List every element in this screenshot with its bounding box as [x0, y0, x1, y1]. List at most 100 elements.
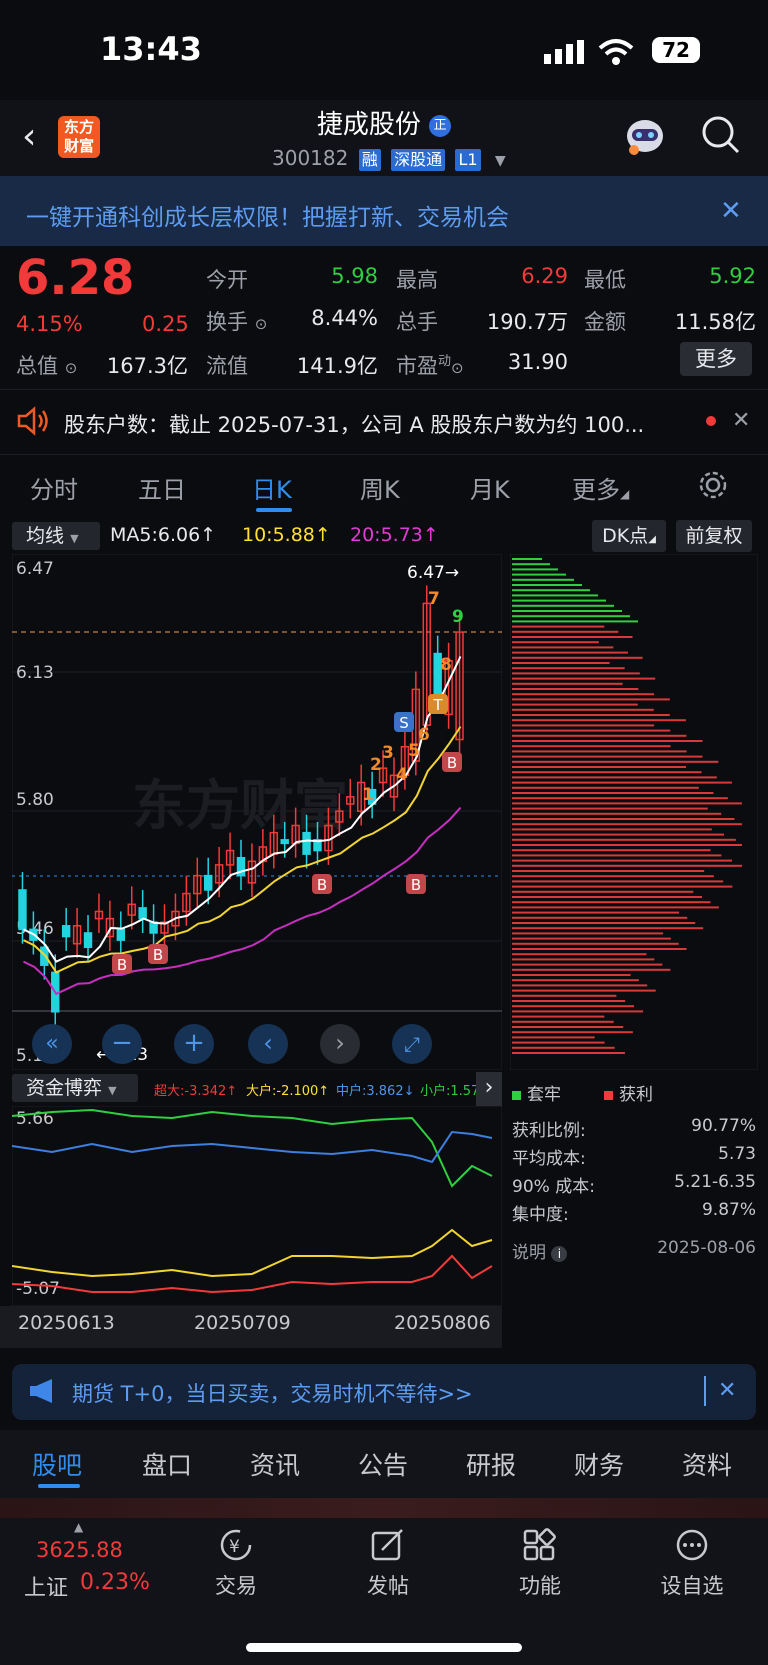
- wifi-icon: [598, 39, 634, 65]
- tab-news[interactable]: 资讯: [250, 1446, 300, 1482]
- zoom-in-icon[interactable]: +: [174, 1024, 214, 1064]
- tab-profile[interactable]: 资料: [682, 1446, 732, 1482]
- high-label: 最高: [396, 268, 438, 292]
- chip-bar: [512, 630, 619, 633]
- pe-value: 31.90: [507, 350, 568, 374]
- small-flow: 小户:1.579: [420, 1084, 480, 1099]
- dk-point-button[interactable]: DK点◢: [592, 520, 666, 552]
- tab-pankou[interactable]: 盘口: [142, 1446, 192, 1482]
- chip-bar: [512, 812, 722, 815]
- robot-assistant-icon[interactable]: [622, 114, 668, 158]
- chip-bar: [512, 1020, 614, 1023]
- chip-bar: [512, 1052, 625, 1054]
- chip-bar: [512, 1005, 635, 1008]
- sequence-marker: 4: [396, 765, 408, 785]
- index-value[interactable]: 3625.88: [36, 1538, 123, 1562]
- chip-bar: [512, 989, 656, 992]
- price-axis-max: 6.47: [16, 559, 54, 579]
- info-icon[interactable]: ⊙: [451, 359, 464, 377]
- chevron-right-icon[interactable]: ›: [476, 1072, 502, 1106]
- tab-guba[interactable]: 股吧: [32, 1446, 82, 1482]
- tag-level: L1: [455, 149, 481, 171]
- chip-bar: [512, 599, 606, 602]
- turnover-label: 换手 ⊙: [206, 310, 268, 334]
- tab-weekly-k[interactable]: 周K: [360, 470, 400, 505]
- chip-bar: [512, 610, 622, 612]
- mid-flow: 中户:3.862↓: [336, 1084, 415, 1099]
- chip-bar: [512, 1000, 626, 1002]
- candle-body: [61, 925, 71, 938]
- chip-bar: [512, 844, 742, 846]
- nav-features[interactable]: 功能: [495, 1570, 585, 1600]
- chip-bar: [512, 911, 680, 914]
- tab-announcements[interactable]: 公告: [358, 1446, 408, 1482]
- tab-research[interactable]: 研报: [466, 1446, 516, 1482]
- trade-icon[interactable]: ¥: [218, 1528, 254, 1562]
- kline-chart[interactable]: 东方财富 6.47 6.13 5.80 5.46 5.13 6.47→ ←5.1…: [12, 554, 502, 1070]
- chip-bar: [512, 646, 614, 649]
- more-button[interactable]: 更多: [680, 342, 752, 376]
- info-icon[interactable]: ⊙: [65, 359, 78, 377]
- chip-bar: [512, 1026, 624, 1028]
- post-icon[interactable]: [370, 1528, 406, 1562]
- low-label: 最低: [584, 268, 626, 292]
- tab-more[interactable]: 更多◢: [572, 470, 629, 505]
- adjust-button[interactable]: 前复权: [676, 520, 752, 552]
- nav-post[interactable]: 发帖: [343, 1570, 433, 1600]
- zoom-out-icon[interactable]: −: [102, 1024, 142, 1064]
- sequence-marker: 6: [418, 725, 430, 745]
- close-icon[interactable]: ✕: [718, 1378, 736, 1403]
- indicator-selector[interactable]: 资金博弈 ▼: [12, 1074, 138, 1102]
- sequence-marker: 8: [440, 655, 452, 675]
- change-amount: 0.25: [142, 312, 189, 336]
- features-icon[interactable]: [522, 1528, 558, 1562]
- index-name[interactable]: 上证: [24, 1570, 68, 1602]
- volume-label: 总手: [396, 310, 438, 334]
- tab-minute[interactable]: 分时: [30, 470, 78, 505]
- chip-bar: [512, 864, 742, 867]
- chip-bar: [512, 589, 590, 592]
- tab-finance[interactable]: 财务: [574, 1446, 624, 1482]
- search-icon[interactable]: [700, 114, 742, 156]
- close-icon[interactable]: ✕: [732, 408, 750, 433]
- nav-trade[interactable]: 交易: [191, 1570, 281, 1600]
- ma-selector[interactable]: 均线 ▼: [12, 522, 100, 550]
- chevron-down-icon[interactable]: ▼: [495, 153, 506, 169]
- nav-add-watchlist[interactable]: 设自选: [647, 1570, 737, 1600]
- title-badge: 正: [429, 114, 452, 137]
- chip-bar: [512, 719, 686, 722]
- chip-bar: [512, 854, 722, 857]
- chip-bar: [512, 797, 728, 800]
- close-icon[interactable]: ✕: [720, 196, 742, 226]
- divider: [704, 1376, 706, 1406]
- tab-monthly-k[interactable]: 月K: [470, 470, 510, 505]
- chip-bar: [512, 672, 640, 675]
- chip-bar: [512, 766, 686, 768]
- futures-ad-text: 期货 T+0，当日买卖，交易时机不等待>>: [72, 1382, 473, 1406]
- gear-icon[interactable]: [698, 470, 728, 500]
- chevron-up-icon: ▲: [74, 1520, 84, 1534]
- profit-ratio-value: 90.77%: [691, 1116, 756, 1136]
- chip-bar: [512, 745, 671, 748]
- chip-bar: [512, 1015, 605, 1018]
- buy-marker-label: B: [411, 876, 421, 894]
- info-icon[interactable]: ⊙: [255, 315, 268, 333]
- chevron-right-icon[interactable]: ›: [320, 1024, 360, 1064]
- chip-bar: [512, 948, 687, 950]
- tab-daily-k[interactable]: 日K: [252, 470, 292, 505]
- chip-bar: [512, 916, 688, 919]
- stock-code-row: 300182 融 深股通 L1 ▼: [272, 146, 506, 171]
- explain-link[interactable]: 说明 i: [512, 1238, 568, 1263]
- battery-indicator: 72: [652, 37, 700, 63]
- tab-five-day[interactable]: 五日: [138, 470, 186, 505]
- sequence-marker: 1: [362, 785, 374, 805]
- rewind-icon[interactable]: «: [32, 1024, 72, 1064]
- watermark: 东方财富: [132, 774, 348, 837]
- expand-icon[interactable]: ⤢: [392, 1024, 432, 1064]
- chip-bar: [512, 656, 643, 659]
- index-change[interactable]: 0.23%: [80, 1570, 150, 1595]
- more-circle-icon[interactable]: [674, 1528, 710, 1562]
- chevron-left-icon[interactable]: ‹: [248, 1024, 288, 1064]
- candle-body: [116, 928, 126, 941]
- chip-bar: [512, 724, 655, 727]
